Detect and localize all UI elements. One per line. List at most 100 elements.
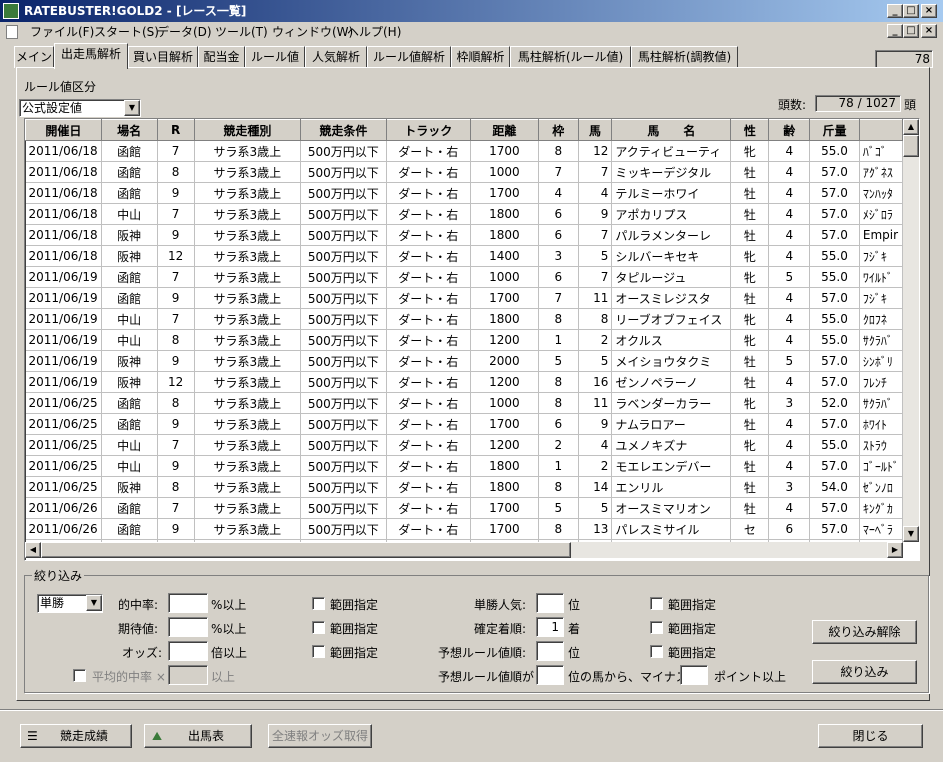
popularity-input[interactable] <box>536 593 564 613</box>
column-header[interactable]: 競走種別 <box>193 119 302 141</box>
tab-gate-analysis[interactable]: 枠順解析 <box>451 46 510 68</box>
all-odds-button[interactable]: 全速報オッズ取得 <box>268 724 372 748</box>
table-row[interactable]: 2011/06/19 中山 8 サラ系3歳上 500万円以下 ダート・右 1200 1 2 オクル… <box>25 329 903 351</box>
tab-payout[interactable]: 配当金 <box>198 46 245 68</box>
expected-range-checkbox[interactable] <box>312 621 325 634</box>
chevron-down-icon[interactable]: ▼ <box>124 100 140 116</box>
table-row[interactable]: 2011/06/18 阪神 9 サラ系3歳上 500万円以下 ダート・右 1800 6 7 パルラ… <box>25 224 903 246</box>
expected-value-input[interactable] <box>168 617 208 637</box>
hit-rate-input[interactable] <box>168 593 208 613</box>
avg-hit-input[interactable] <box>168 665 208 685</box>
column-header[interactable]: 馬 <box>577 119 613 141</box>
minimize-button[interactable]: _ <box>887 4 903 18</box>
table-row[interactable]: 2011/06/25 阪神 8 サラ系3歳上 500万円以下 ダート・右 1800 8 14 エン… <box>25 476 903 498</box>
race-results-button[interactable]: ☰ 競走成績 <box>20 724 132 748</box>
scroll-down-icon[interactable]: ▼ <box>903 526 919 542</box>
tab-bet-analysis[interactable]: 買い目解析 <box>128 46 198 68</box>
table-cell: サラ系3歳上 <box>194 161 302 183</box>
vertical-scrollbar[interactable]: ▲ ▼ <box>903 119 919 542</box>
rule-rank-from-input[interactable] <box>536 665 564 685</box>
table-row[interactable]: 2011/06/26 函館 9 サラ系3歳上 500万円以下 ダート・右 1700 8 13 パレ… <box>25 518 903 540</box>
rule-rank-range-checkbox[interactable] <box>650 645 663 658</box>
minus-points-input[interactable] <box>680 665 708 685</box>
table-row[interactable]: 2011/06/19 函館 9 サラ系3歳上 500万円以下 ダート・右 1700 7 11 オー… <box>25 287 903 309</box>
column-header[interactable]: 馬 名 <box>611 119 732 141</box>
scroll-left-icon[interactable]: ◀ <box>25 542 41 558</box>
horizontal-scrollbar[interactable]: ◀ ▶ <box>25 542 903 558</box>
tab-rule-value[interactable]: ルール値 <box>245 46 305 68</box>
scroll-right-icon[interactable]: ▶ <box>887 542 903 558</box>
bet-type-select[interactable]: 単勝 ▼ <box>37 594 103 613</box>
table-row[interactable]: 2011/06/18 阪神 12 サラ系3歳上 500万円以下 ダート・右 1400 3 5 シル… <box>25 245 903 267</box>
menu-window[interactable]: ウィンドウ(W) <box>272 22 353 42</box>
entries-button[interactable]: ⛰ 出馬表 <box>144 724 252 748</box>
menu-data[interactable]: データ(D) <box>157 22 212 42</box>
horizontal-scroll-thumb[interactable] <box>41 542 571 558</box>
close-window-button[interactable]: × <box>921 4 937 18</box>
column-header[interactable]: 枠 <box>537 119 579 141</box>
chevron-down-icon[interactable]: ▼ <box>86 595 102 611</box>
odds-range-checkbox[interactable] <box>312 645 325 658</box>
tab-rule-analysis[interactable]: ルール値解析 <box>367 46 451 68</box>
table-row[interactable]: 2011/06/19 中山 7 サラ系3歳上 500万円以下 ダート・右 1800 8 8 リーブ… <box>25 308 903 330</box>
clear-filter-button[interactable]: 絞り込み解除 <box>812 620 917 644</box>
table-row[interactable]: 2011/06/19 阪神 9 サラ系3歳上 500万円以下 ダート・右 2000 5 5 メイシ… <box>25 350 903 372</box>
tab-entry-analysis[interactable]: 出走馬解析 <box>54 43 128 69</box>
column-header[interactable]: 開催日 <box>25 119 102 141</box>
table-row[interactable]: 2011/06/18 函館 7 サラ系3歳上 500万円以下 ダート・右 1700 8 12 アク… <box>25 140 903 162</box>
table-row[interactable]: 2011/06/26 函館 7 サラ系3歳上 500万円以下 ダート・右 1700 5 5 オース… <box>25 497 903 519</box>
column-header[interactable]: 距離 <box>470 119 539 141</box>
rule-category-select[interactable]: 公式設定値 ▼ <box>19 99 141 117</box>
column-header[interactable]: 齢 <box>768 119 811 141</box>
table-row[interactable]: 2011/06/25 函館 9 サラ系3歳上 500万円以下 ダート・右 1700 6 9 ナムラ… <box>25 413 903 435</box>
table-cell: 4 <box>768 182 811 204</box>
table-row[interactable]: 2011/06/18 函館 8 サラ系3歳上 500万円以下 ダート・右 1000 7 7 ミッキ… <box>25 161 903 183</box>
table-row[interactable]: 2011/06/18 函館 9 サラ系3歳上 500万円以下 ダート・右 1700 4 4 テルミ… <box>25 182 903 204</box>
table-row[interactable]: 2011/06/25 中山 9 サラ系3歳上 500万円以下 ダート・右 1800 1 2 モエレ… <box>25 455 903 477</box>
finish-range-checkbox[interactable] <box>650 621 663 634</box>
table-row[interactable]: 2011/06/18 中山 7 サラ系3歳上 500万円以下 ダート・右 1800 6 9 アポカ… <box>25 203 903 225</box>
column-header[interactable] <box>858 119 903 141</box>
table-row[interactable]: 2011/06/19 阪神 12 サラ系3歳上 500万円以下 ダート・右 1200 8 16 ゼ… <box>25 371 903 393</box>
column-header[interactable]: 場名 <box>100 119 158 141</box>
menu-file[interactable]: ファイル(F) <box>30 22 94 42</box>
menu-tools[interactable]: ツール(T) <box>215 22 268 42</box>
hit-rate-unit: %以上 <box>211 598 247 612</box>
odds-input[interactable] <box>168 641 208 661</box>
race-list-grid[interactable]: 開催日 場名 R 競走種別 競走条件 トラック 距離枠馬馬 名性齢斤量 2011/06/18… <box>24 118 920 561</box>
menu-start[interactable]: スタート(S) <box>94 22 159 42</box>
maximize-button[interactable]: □ <box>903 4 919 18</box>
close-button[interactable]: 閉じる <box>818 724 923 748</box>
mdi-restore-button[interactable]: □ <box>903 24 919 38</box>
table-row[interactable]: 2011/06/25 函館 8 サラ系3歳上 500万円以下 ダート・右 1000 8 11 ラベ… <box>25 392 903 414</box>
mdi-close-button[interactable]: × <box>921 24 937 38</box>
table-row[interactable]: 2011/06/19 函館 7 サラ系3歳上 500万円以下 ダート・右 1000 6 7 タピル… <box>25 266 903 288</box>
popularity-range-checkbox[interactable] <box>650 597 663 610</box>
hit-rate-range-checkbox[interactable] <box>312 597 325 610</box>
column-header[interactable]: トラック <box>385 119 472 141</box>
tab-popularity[interactable]: 人気解析 <box>305 46 367 68</box>
list-icon: ☰ <box>27 729 38 743</box>
tab-column-training[interactable]: 馬柱解析(調教値) <box>631 46 738 68</box>
column-header[interactable]: R <box>156 119 195 141</box>
mdi-minimize-button[interactable]: _ <box>887 24 903 38</box>
tab-column-rule[interactable]: 馬柱解析(ルール値) <box>510 46 631 68</box>
table-cell: 5 <box>538 350 579 372</box>
bottom-separator <box>0 709 943 711</box>
table-cell: 2011/06/25 <box>25 476 102 498</box>
menu-help[interactable]: ヘルプ(H) <box>347 22 401 42</box>
column-header[interactable]: 斤量 <box>809 119 860 141</box>
scroll-up-icon[interactable]: ▲ <box>903 119 919 135</box>
apply-filter-button[interactable]: 絞り込み <box>812 660 917 684</box>
column-header[interactable]: 競走条件 <box>300 119 387 141</box>
expected-value-label: 期待値: <box>118 622 159 636</box>
finish-input[interactable]: 1 <box>536 617 564 637</box>
avg-hit-checkbox[interactable] <box>73 669 86 682</box>
tab-main[interactable]: メイン <box>14 46 54 68</box>
table-cell: 4 <box>768 287 811 309</box>
column-header[interactable]: 性 <box>730 119 770 141</box>
rule-rank-input[interactable] <box>536 641 564 661</box>
vertical-scroll-thumb[interactable] <box>903 135 919 157</box>
table-row[interactable]: 2011/06/25 中山 7 サラ系3歳上 500万円以下 ダート・右 1200 2 4 ユメノ… <box>25 434 903 456</box>
table-cell: 4 <box>578 182 613 204</box>
